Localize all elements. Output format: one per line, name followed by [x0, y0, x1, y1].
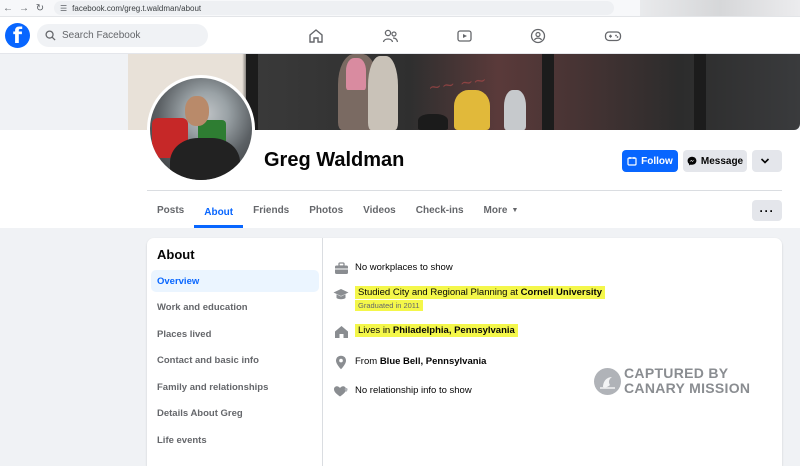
education-text: Studied City and Regional Planning at	[358, 287, 521, 298]
tab-label: More	[483, 205, 508, 216]
gaming-icon[interactable]	[599, 25, 673, 47]
follow-button[interactable]: Follow	[622, 150, 678, 172]
about-menu: Overview Work and education Places lived…	[151, 270, 319, 456]
education-school-link[interactable]: Cornell University	[521, 287, 602, 298]
tab-label: Posts	[157, 205, 185, 216]
tab-label: Friends	[253, 205, 290, 216]
about-menu-details[interactable]: Details About Greg	[151, 403, 319, 425]
search-placeholder: Search Facebook	[62, 30, 141, 41]
education-highlight: Studied City and Regional Planning at Co…	[355, 286, 605, 299]
groups-icon[interactable]	[525, 25, 599, 47]
cover-pillar	[694, 54, 706, 130]
from-prefix: From	[355, 356, 380, 367]
url-text: facebook.com/greg.t.waldman/about	[72, 3, 202, 13]
relationship-text: No relationship info to show	[355, 385, 472, 396]
education-row: Studied City and Regional Planning at Co…	[333, 286, 605, 311]
house-icon	[333, 324, 349, 340]
work-text: No workplaces to show	[355, 262, 453, 273]
lives-text: Lives in	[358, 325, 393, 336]
tab-about[interactable]: About	[194, 196, 244, 228]
cover-person	[368, 56, 398, 130]
about-menu-work-education[interactable]: Work and education	[151, 297, 319, 319]
tab-posts[interactable]: Posts	[147, 196, 194, 225]
about-menu-places-lived[interactable]: Places lived	[151, 323, 319, 345]
browser-extensions-area	[640, 0, 800, 16]
messenger-icon	[687, 156, 697, 166]
search-icon	[45, 30, 56, 41]
canary-mission-watermark: CAPTURED BY CANARY MISSION	[594, 366, 750, 396]
follow-icon	[627, 157, 637, 166]
message-button[interactable]: Message	[683, 150, 747, 172]
message-label: Message	[700, 155, 744, 167]
lives-row: Lives in Philadelphia, Pennsylvania	[333, 324, 518, 340]
lives-highlight: Lives in Philadelphia, Pennsylvania	[355, 324, 518, 337]
cover-pillar	[542, 54, 554, 130]
tab-photos[interactable]: Photos	[299, 196, 353, 225]
avatar-detail	[185, 96, 209, 126]
from-row: From Blue Bell, Pennsylvania	[333, 354, 486, 370]
address-bar[interactable]: ☰ facebook.com/greg.t.waldman/about	[54, 1, 614, 15]
site-info-icon[interactable]: ☰	[60, 4, 67, 13]
profile-avatar[interactable]	[147, 75, 255, 183]
facebook-topnav: f Search Facebook	[0, 17, 800, 54]
profile-tabs: Posts About Friends Photos Videos Check-…	[147, 196, 528, 228]
forward-icon[interactable]: →	[16, 0, 32, 16]
watermark-line1: CAPTURED BY	[624, 365, 729, 381]
hearts-icon	[333, 383, 349, 399]
home-icon[interactable]	[303, 25, 377, 47]
work-row: No workplaces to show	[333, 260, 453, 276]
tab-label: Photos	[309, 205, 344, 216]
about-menu-overview[interactable]: Overview	[151, 270, 319, 292]
tab-label: Check-ins	[415, 205, 464, 216]
relationship-row: No relationship info to show	[333, 383, 472, 399]
about-menu-life-events[interactable]: Life events	[151, 430, 319, 452]
watch-icon[interactable]	[451, 25, 525, 47]
about-menu-contact-info[interactable]: Contact and basic info	[151, 350, 319, 372]
graduation-cap-icon	[333, 286, 349, 302]
cover-person	[346, 58, 366, 90]
cover-person	[454, 90, 490, 130]
watermark-text: CAPTURED BY CANARY MISSION	[624, 366, 750, 396]
from-place-link[interactable]: Blue Bell, Pennsylvania	[380, 356, 487, 367]
tab-videos[interactable]: Videos	[353, 196, 406, 225]
about-overview: No workplaces to show Studied City and R…	[333, 238, 773, 466]
avatar-detail	[170, 138, 240, 180]
lives-place-link[interactable]: Philadelphia, Pennsylvania	[393, 325, 515, 336]
tab-label: About	[204, 206, 234, 218]
education-graduated: Graduated in 2011	[355, 300, 423, 311]
tab-label: Videos	[363, 205, 396, 216]
tab-more[interactable]: More ▼	[474, 196, 529, 225]
main-nav	[303, 25, 673, 47]
header-divider	[147, 190, 782, 191]
profile-options-button[interactable]	[752, 150, 782, 172]
location-pin-icon	[333, 354, 349, 370]
about-sidebar: About Overview Work and education Places…	[147, 238, 323, 466]
cover-person	[504, 90, 526, 130]
search-input[interactable]: Search Facebook	[37, 24, 208, 47]
back-icon[interactable]: ←	[0, 0, 16, 16]
about-menu-family-relationships[interactable]: Family and relationships	[151, 376, 319, 398]
tab-check-ins[interactable]: Check-ins	[406, 196, 474, 225]
facebook-logo-icon[interactable]: f	[5, 23, 30, 48]
tab-friends[interactable]: Friends	[243, 196, 299, 225]
reload-icon[interactable]: ↻	[32, 0, 48, 16]
about-title: About	[157, 247, 195, 262]
ellipsis-icon: ···	[759, 203, 775, 218]
watermark-line2: CANARY MISSION	[624, 380, 751, 396]
more-options-button[interactable]: ···	[752, 200, 782, 221]
briefcase-icon	[333, 260, 349, 276]
caret-down-icon: ▼	[511, 207, 519, 214]
profile-name: Greg Waldman	[264, 149, 405, 171]
follow-label: Follow	[641, 155, 673, 167]
browser-toolbar: ← → ↻ ☰ facebook.com/greg.t.waldman/abou…	[0, 0, 800, 17]
about-card: About Overview Work and education Places…	[147, 238, 782, 466]
canary-logo-icon	[594, 367, 621, 395]
friends-icon[interactable]	[377, 25, 451, 47]
from-text: From Blue Bell, Pennsylvania	[355, 354, 486, 367]
chevron-down-icon	[760, 158, 770, 164]
cover-person	[418, 114, 448, 130]
